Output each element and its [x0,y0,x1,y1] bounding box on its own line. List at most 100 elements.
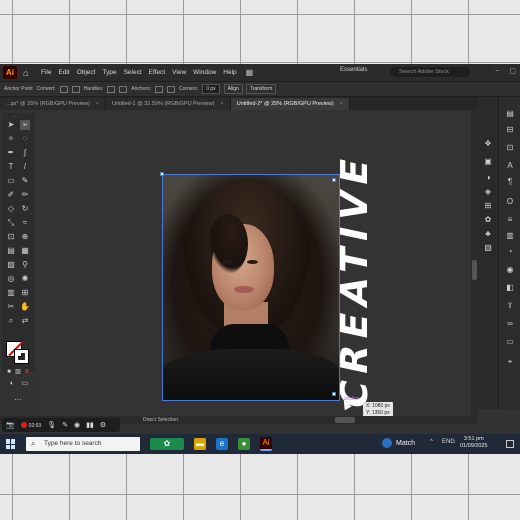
warp-icon[interactable]: ≈ [20,218,30,228]
libraries-icon[interactable]: ▣ [483,157,493,167]
shape-builder-icon[interactable]: ⊕ [20,232,30,242]
tab-document-1[interactable]: ...gs* @ 25% (RGB/GPU Preview) × [0,98,107,110]
layers-icon[interactable]: ❖ [483,139,493,149]
draw-mode-icon[interactable]: ◐ [7,379,17,389]
workspace-switcher[interactable]: Essentials [340,67,367,73]
resize-handle[interactable] [160,172,164,176]
swatches-icon[interactable]: ⊞ [483,201,493,211]
menu-type[interactable]: Type [102,69,116,76]
line-tool-icon[interactable]: / [20,162,30,172]
magic-wand-icon[interactable]: ✧ [6,134,16,144]
artboard-tool-icon[interactable]: ⊞ [20,288,30,298]
convert-smooth-icon[interactable] [71,85,80,93]
anchor-point-handle[interactable] [332,392,336,396]
illustrator-taskbar-icon[interactable]: Ai [260,437,272,451]
microphone-icon[interactable]: 🎙 [47,421,56,429]
convert-corner-icon[interactable] [59,85,68,93]
symbols-icon[interactable]: ♣ [483,229,493,239]
menu-edit[interactable]: Edit [58,69,69,76]
menu-select[interactable]: Select [124,69,142,76]
language-indicator[interactable]: ENG [442,439,455,445]
scale-icon[interactable]: ⤡ [6,218,16,228]
close-icon[interactable]: × [96,101,99,107]
links-icon[interactable]: ∞ [505,319,515,329]
direct-selection-tool-icon[interactable]: ➢ [20,120,30,130]
gradient-icon[interactable]: ▧ [6,260,16,270]
menu-view[interactable]: View [172,69,186,76]
selection-tool-icon[interactable]: ➤ [6,120,16,130]
settings-icon[interactable]: ⚙ [100,421,106,429]
notification-icon[interactable] [506,440,514,448]
pathfinder-icon[interactable]: ◧ [505,283,515,293]
connect-anchor-icon[interactable] [167,85,176,93]
screen-mode-icon[interactable]: ▭ [20,379,30,389]
rectangle-tool-icon[interactable]: ▭ [6,176,16,186]
stroke-swatch[interactable] [14,349,29,364]
navigator-icon[interactable]: ⌖ [505,357,515,367]
menu-object[interactable]: Object [77,69,96,76]
menu-effect[interactable]: Effect [149,69,166,76]
lasso-icon[interactable]: ◌ [20,134,30,144]
news-widget-icon[interactable]: ✿ [150,438,184,450]
transparency-icon[interactable]: ◔ [505,247,515,257]
camera-icon[interactable]: 📷 [6,421,15,429]
vertical-scrollbar[interactable] [471,110,478,416]
windows-start-icon[interactable] [6,439,16,449]
properties-icon[interactable]: ▤ [505,109,515,119]
pen-tool-icon[interactable]: ✒ [6,148,16,158]
type-tool-icon[interactable]: T [6,162,16,172]
gradient-panel-icon[interactable]: ▥ [505,231,515,241]
artboards-panel-icon[interactable]: ▭ [505,337,515,347]
chrome-icon[interactable]: ● [238,438,250,450]
slice-icon[interactable]: ✂ [6,302,16,312]
paintbrush-icon[interactable]: ✎ [20,176,30,186]
taskbar-clock[interactable]: 3:51 pm 01/09/2025 [460,436,488,450]
resize-handle[interactable] [332,178,336,182]
menu-window[interactable]: Window [193,69,216,76]
transform-button[interactable]: Transform [245,84,277,94]
corner-radius-field[interactable]: 0 px [202,84,220,94]
brushes-icon[interactable]: ✿ [483,215,493,225]
minimize-icon[interactable]: – [495,67,499,75]
blend-icon[interactable]: ◎ [6,274,16,284]
edge-browser-icon[interactable]: e [216,438,228,450]
asset-export-icon[interactable]: ⇪ [505,301,515,311]
stock-search-input[interactable]: Search Adobe Stock [390,67,470,77]
tray-chevron-icon[interactable]: ^ [430,439,433,445]
record-indicator[interactable]: 02:03 [20,421,41,429]
remove-anchor-icon[interactable] [155,85,164,93]
home-icon[interactable]: ⌂ [23,68,33,78]
hand-tool-icon[interactable]: ✋ [20,302,30,312]
weather-widget[interactable]: Match [382,438,415,450]
show-handles-icon[interactable] [107,85,116,93]
mesh-icon[interactable]: ▦ [20,246,30,256]
eyedropper-icon[interactable]: ⚲ [20,260,30,270]
menu-file[interactable]: File [41,69,51,76]
perspective-grid-icon[interactable]: ▤ [6,246,16,256]
rotate-icon[interactable]: ↻ [20,204,30,214]
color-icon[interactable]: ◑ [483,173,493,183]
curvature-icon[interactable]: ∫ [20,148,30,158]
graphic-styles-icon[interactable]: ▧ [483,243,493,253]
pencil-icon[interactable]: ✏ [20,190,30,200]
canvas-area[interactable]: CREATIVE anchor X: 1080 px Y: 1350 px [36,110,478,418]
eraser-icon[interactable]: ◇ [6,204,16,214]
webcam-icon[interactable]: ◉ [74,421,80,429]
maximize-icon[interactable]: ▢ [509,67,516,75]
tab-untitled-1[interactable]: Untitled-1 @ 32.59% (RGB/GPU Preview) × [106,98,231,110]
tab-untitled-2[interactable]: Untitled-2* @ 25% (RGB/GPU Preview) × [230,98,350,110]
taskbar-search-input[interactable]: Type here to search [26,437,140,451]
scroll-thumb[interactable] [472,260,477,280]
file-explorer-icon[interactable]: ▬ [194,438,206,450]
pen-annotate-icon[interactable]: ✎ [62,421,68,429]
close-icon[interactable]: × [221,101,224,107]
zoom-tool-icon[interactable]: ⌕ [6,316,16,326]
align-button[interactable]: Align [223,84,243,94]
free-transform-icon[interactable]: ⊡ [6,232,16,242]
hide-handles-icon[interactable] [119,85,128,93]
shaper-icon[interactable]: ✐ [6,190,16,200]
character-icon[interactable]: A [505,161,515,171]
creative-text[interactable]: CREATIVE [333,148,376,413]
menu-help[interactable]: Help [223,69,236,76]
none-mode-icon[interactable]: ⊘ [22,367,32,377]
